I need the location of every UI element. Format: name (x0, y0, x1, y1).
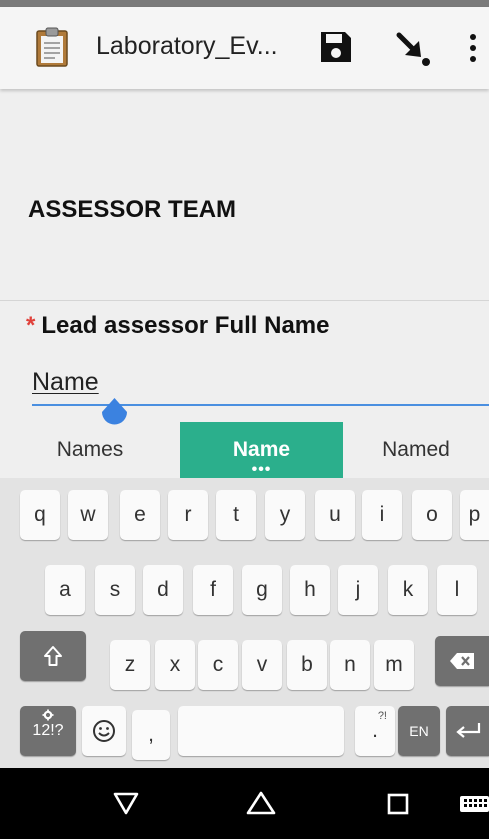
key-w[interactable]: w (68, 490, 108, 540)
key-j[interactable]: j (338, 565, 378, 615)
emoji-key[interactable] (82, 706, 126, 756)
backspace-key[interactable] (435, 636, 489, 686)
key-x[interactable]: x (155, 640, 195, 690)
suggestion-name-label: Name (232, 438, 291, 461)
field-label: * Lead assessor Full Name (26, 312, 329, 340)
key-m[interactable]: m (374, 640, 414, 690)
enter-key[interactable] (446, 706, 489, 756)
space-key[interactable] (178, 706, 344, 756)
more-vertical-icon[interactable] (466, 29, 480, 67)
symbols-key[interactable]: 12!? (20, 706, 76, 756)
key-r[interactable]: r (168, 490, 208, 540)
key-h[interactable]: h (290, 565, 330, 615)
key-g[interactable]: g (242, 565, 282, 615)
shift-icon (44, 646, 62, 666)
key-v[interactable]: v (242, 640, 282, 690)
input-value[interactable]: Name (32, 368, 99, 397)
suggestion-named[interactable]: Named (343, 422, 489, 478)
clipboard-icon (36, 27, 68, 67)
language-key[interactable]: EN (398, 706, 440, 756)
settings-gear-icon (42, 709, 54, 721)
key-c[interactable]: c (198, 640, 238, 690)
key-d[interactable]: d (143, 565, 183, 615)
key-b[interactable]: b (287, 640, 327, 690)
suggestion-names[interactable]: Names (0, 422, 180, 478)
system-nav-bar (0, 768, 489, 839)
required-marker: * (26, 312, 36, 339)
comma-key[interactable]: , (132, 710, 170, 760)
key-l[interactable]: l (437, 565, 477, 615)
symbols-label: 12!? (32, 722, 64, 739)
key-q[interactable]: q (20, 490, 60, 540)
keyboard: q w e r t y u i o p a s d f g h j k l z … (0, 478, 489, 768)
enter-icon (455, 723, 480, 738)
backspace-icon (450, 653, 474, 669)
section-title: ASSESSOR TEAM (28, 196, 237, 223)
divider (0, 300, 489, 301)
key-t[interactable]: t (216, 490, 256, 540)
keyboard-icon[interactable] (458, 782, 489, 824)
key-u[interactable]: u (315, 490, 355, 540)
status-strip (0, 0, 489, 7)
key-p[interactable]: p (460, 490, 489, 540)
key-z[interactable]: z (110, 640, 150, 690)
suggestion-bar: Names Name ••• Named (0, 422, 489, 478)
key-n[interactable]: n (330, 640, 370, 690)
text-cursor-handle-icon[interactable] (101, 398, 128, 434)
key-f[interactable]: f (193, 565, 233, 615)
key-k[interactable]: k (388, 565, 428, 615)
field-label-text: Lead assessor Full Name (41, 312, 330, 339)
app-bar: Laboratory_Ev... (0, 7, 489, 89)
period-sub-label: ?! (377, 710, 387, 722)
key-e[interactable]: e (120, 490, 160, 540)
key-s[interactable]: s (95, 565, 135, 615)
language-label: EN (409, 723, 429, 739)
floppy-disk-icon[interactable] (318, 29, 354, 65)
back-triangle-icon[interactable] (105, 782, 147, 824)
recents-square-icon[interactable] (377, 782, 419, 824)
key-a[interactable]: a (45, 565, 85, 615)
app-title: Laboratory_Ev... (96, 32, 278, 60)
arrow-down-right-icon[interactable] (393, 29, 433, 69)
more-suggestions-dots: ••• (251, 461, 272, 478)
key-i[interactable]: i (362, 490, 402, 540)
emoji-icon (93, 720, 115, 742)
period-label: . (372, 719, 378, 742)
key-o[interactable]: o (412, 490, 452, 540)
key-y[interactable]: y (265, 490, 305, 540)
shift-key[interactable] (20, 631, 86, 681)
suggestion-name[interactable]: Name ••• (180, 422, 343, 478)
period-key[interactable]: ?! . (355, 706, 395, 756)
home-icon[interactable] (240, 782, 282, 824)
